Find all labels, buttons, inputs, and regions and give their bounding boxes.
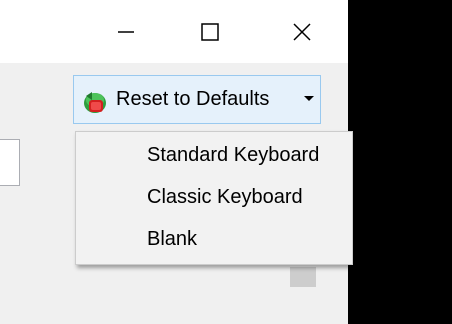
menu-item-blank[interactable]: Blank <box>76 219 352 259</box>
reset-to-defaults-button[interactable]: Reset to Defaults <box>73 75 321 124</box>
toolbar: Reset to Defaults <box>0 63 348 137</box>
maximize-icon <box>201 22 219 41</box>
reset-options-menu: Standard Keyboard Classic Keyboard Blank <box>75 131 353 265</box>
menu-item-label: Standard Keyboard <box>147 144 320 166</box>
close-button[interactable] <box>256 0 348 63</box>
text-input[interactable] <box>0 139 20 186</box>
reset-to-defaults-label: Reset to Defaults <box>116 88 270 110</box>
reset-icon <box>84 92 106 113</box>
menu-item-standard-keyboard[interactable]: Standard Keyboard <box>76 135 352 175</box>
title-bar <box>0 0 348 63</box>
chevron-down-icon[interactable] <box>304 96 314 101</box>
close-icon <box>293 22 311 41</box>
maximize-button[interactable] <box>164 0 256 63</box>
scrollbar-thumb[interactable] <box>290 267 316 287</box>
minimize-button[interactable] <box>80 0 172 63</box>
minimize-icon <box>118 30 134 33</box>
menu-item-label: Classic Keyboard <box>147 186 303 208</box>
menu-item-classic-keyboard[interactable]: Classic Keyboard <box>76 177 352 217</box>
menu-item-label: Blank <box>147 228 198 250</box>
